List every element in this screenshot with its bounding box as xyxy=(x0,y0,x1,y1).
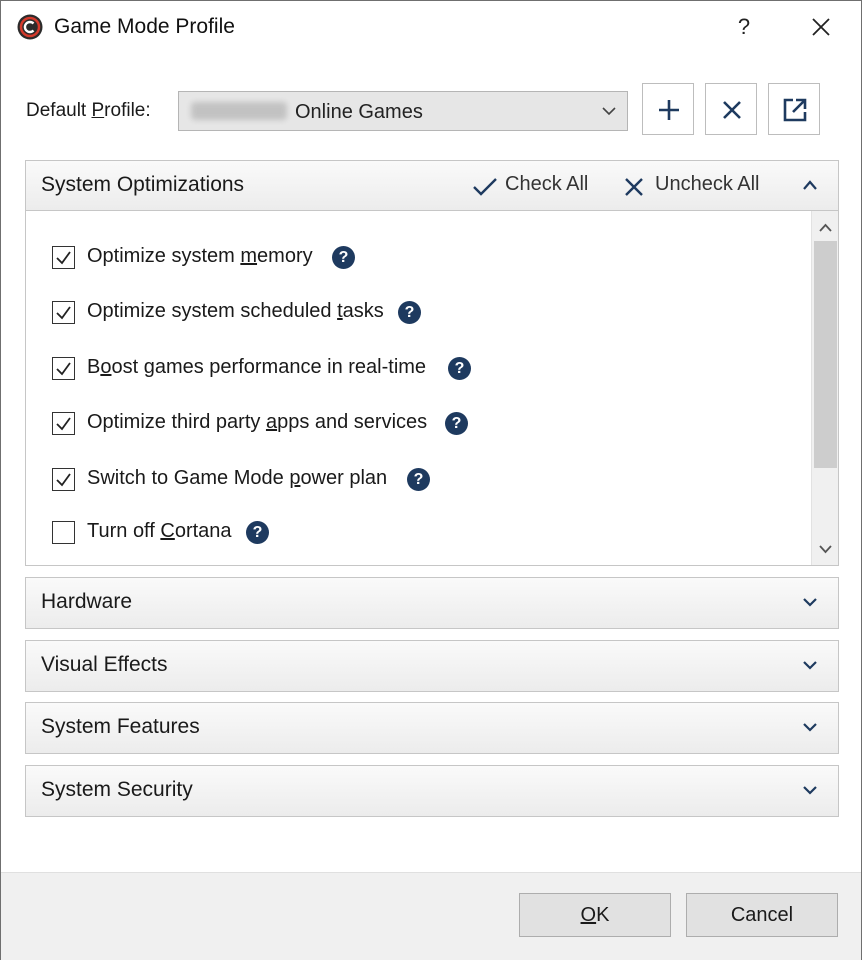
section-title: System Optimizations xyxy=(41,173,245,196)
help-button[interactable]: ? xyxy=(729,11,759,43)
system-optimizations-header[interactable]: System Optimizations Check All Uncheck A… xyxy=(26,161,838,211)
uncheck-all-label: Uncheck All xyxy=(655,173,760,195)
checkmark-icon xyxy=(56,473,71,487)
visual-effects-header[interactable]: Visual Effects xyxy=(26,641,838,691)
option-label[interactable]: Optimize system memory xyxy=(87,245,313,268)
chevron-up-icon xyxy=(819,223,832,232)
chevron-up-icon[interactable] xyxy=(802,179,818,191)
hardware-header[interactable]: Hardware xyxy=(26,578,838,628)
system-features-section[interactable]: System Features xyxy=(25,702,839,754)
check-all-label: Check All xyxy=(505,173,589,195)
checkbox-optimize-memory[interactable] xyxy=(52,246,75,269)
chevron-down-icon[interactable] xyxy=(802,659,818,671)
option-label[interactable]: Switch to Game Mode power plan xyxy=(87,467,387,490)
help-circle-icon[interactable]: ? xyxy=(448,357,471,380)
checkbox-switch-power-plan[interactable] xyxy=(52,468,75,491)
checkmark-icon xyxy=(56,251,71,265)
dialog-footer: OK Cancel xyxy=(1,872,861,960)
visual-effects-section[interactable]: Visual Effects xyxy=(25,640,839,692)
help-circle-icon[interactable]: ? xyxy=(398,301,421,324)
x-icon xyxy=(625,178,643,196)
section-title: Visual Effects xyxy=(41,653,168,676)
uncheck-all-button[interactable]: Uncheck All xyxy=(623,173,773,199)
redacted-text xyxy=(191,102,287,120)
checkmark-icon xyxy=(473,178,497,196)
help-circle-icon[interactable]: ? xyxy=(445,412,468,435)
checkbox-optimize-scheduled-tasks[interactable] xyxy=(52,301,75,324)
close-icon xyxy=(812,18,830,36)
option-label[interactable]: Boost games performance in real-time xyxy=(87,356,426,379)
chevron-down-icon xyxy=(819,545,832,554)
scroll-thumb[interactable] xyxy=(814,241,837,468)
default-profile-label: Default Profile: xyxy=(26,100,151,121)
close-button[interactable] xyxy=(803,9,839,45)
chevron-down-icon[interactable] xyxy=(802,784,818,796)
help-circle-icon[interactable]: ? xyxy=(332,246,355,269)
external-link-icon xyxy=(783,98,807,122)
chevron-down-icon xyxy=(602,107,616,116)
optimizations-list: Optimize system memory ? Optimize system… xyxy=(26,211,838,565)
chevron-down-icon[interactable] xyxy=(802,721,818,733)
delete-profile-button[interactable] xyxy=(705,83,757,135)
game-mode-profile-dialog: Game Mode Profile ? Default Profile: Onl… xyxy=(0,0,862,960)
title-bar: Game Mode Profile ? xyxy=(1,1,861,55)
checkbox-optimize-third-party[interactable] xyxy=(52,412,75,435)
system-security-header[interactable]: System Security xyxy=(26,766,838,816)
x-icon xyxy=(723,101,741,119)
help-circle-icon[interactable]: ? xyxy=(246,521,269,544)
help-circle-icon[interactable]: ? xyxy=(407,468,430,491)
vertical-scrollbar[interactable] xyxy=(811,211,838,565)
option-label[interactable]: Turn off Cortana xyxy=(87,520,232,543)
profile-dropdown[interactable]: Online Games xyxy=(178,91,628,131)
cancel-button[interactable]: Cancel xyxy=(686,893,838,937)
section-title: System Features xyxy=(41,715,200,738)
scroll-down-button[interactable] xyxy=(812,537,839,563)
profile-selected-value: Online Games xyxy=(295,101,423,123)
check-all-button[interactable]: Check All xyxy=(472,173,602,199)
system-features-header[interactable]: System Features xyxy=(26,703,838,753)
checkbox-boost-games-performance[interactable] xyxy=(52,357,75,380)
section-title: System Security xyxy=(41,778,193,801)
system-optimizations-section: System Optimizations Check All Uncheck A… xyxy=(25,160,839,566)
checkmark-icon xyxy=(56,417,71,431)
checkbox-turn-off-cortana[interactable] xyxy=(52,521,75,544)
checkmark-icon xyxy=(56,362,71,376)
app-logo-icon xyxy=(17,14,43,40)
option-label[interactable]: Optimize system scheduled tasks xyxy=(87,300,384,323)
option-label[interactable]: Optimize third party apps and services xyxy=(87,411,427,434)
system-security-section[interactable]: System Security xyxy=(25,765,839,817)
window-title: Game Mode Profile xyxy=(54,15,235,38)
scroll-up-button[interactable] xyxy=(812,215,839,241)
checkmark-icon xyxy=(56,306,71,320)
export-profile-button[interactable] xyxy=(768,83,820,135)
plus-icon xyxy=(659,100,679,120)
chevron-down-icon[interactable] xyxy=(802,596,818,608)
hardware-section[interactable]: Hardware xyxy=(25,577,839,629)
section-title: Hardware xyxy=(41,590,133,613)
add-profile-button[interactable] xyxy=(642,83,694,135)
ok-button[interactable]: OK xyxy=(519,893,671,937)
